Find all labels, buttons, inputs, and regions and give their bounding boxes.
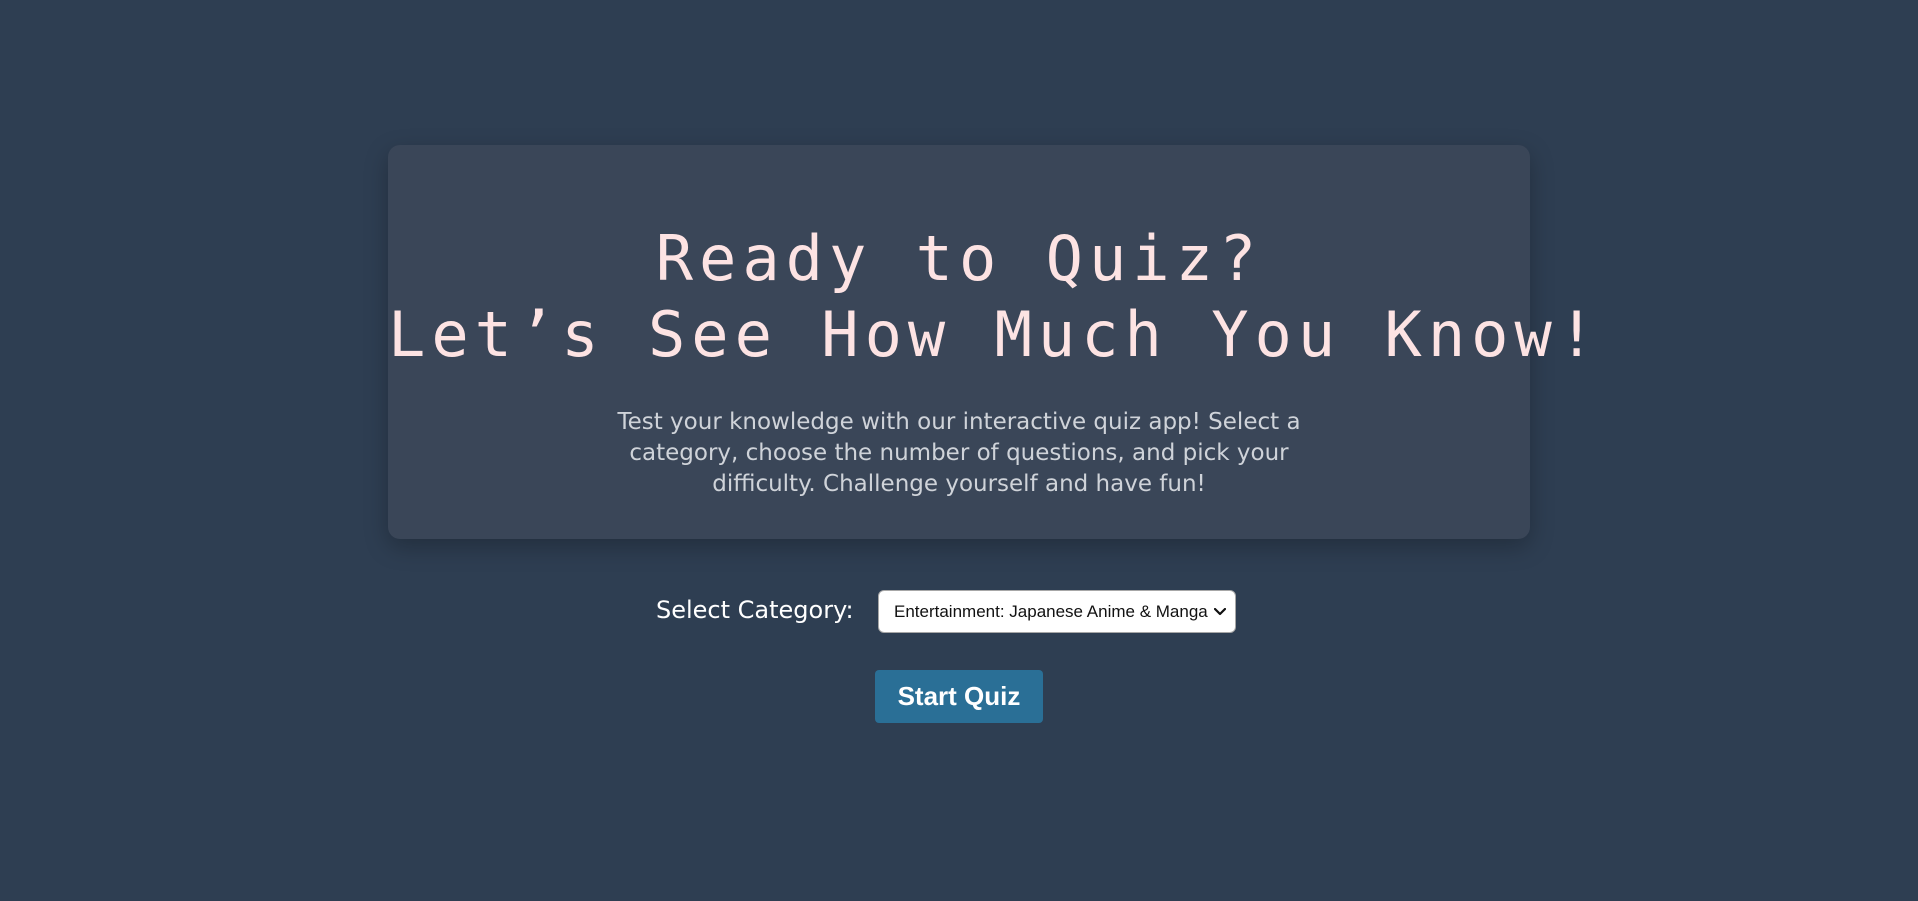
page-title: Ready to Quiz? Let’s See How Much You Kn… [388,221,1602,373]
title-line-1: Ready to Quiz? [655,222,1263,295]
chevron-down-icon [1213,605,1227,619]
category-label: Select Category: [656,596,854,624]
hero-card: Ready to Quiz? Let’s See How Much You Kn… [388,145,1602,539]
start-quiz-button[interactable]: Start Quiz [875,670,1043,723]
category-selected-value: Entertainment: Japanese Anime & Manga [894,601,1208,621]
hero-description: Test your knowledge with our interactive… [617,409,1301,497]
category-row: Select Category: Entertainment: Japanese… [0,590,1918,634]
title-line-2: Let’s See How Much You Know! [388,298,1602,371]
category-select[interactable]: Entertainment: Japanese Anime & Manga [878,590,1236,633]
